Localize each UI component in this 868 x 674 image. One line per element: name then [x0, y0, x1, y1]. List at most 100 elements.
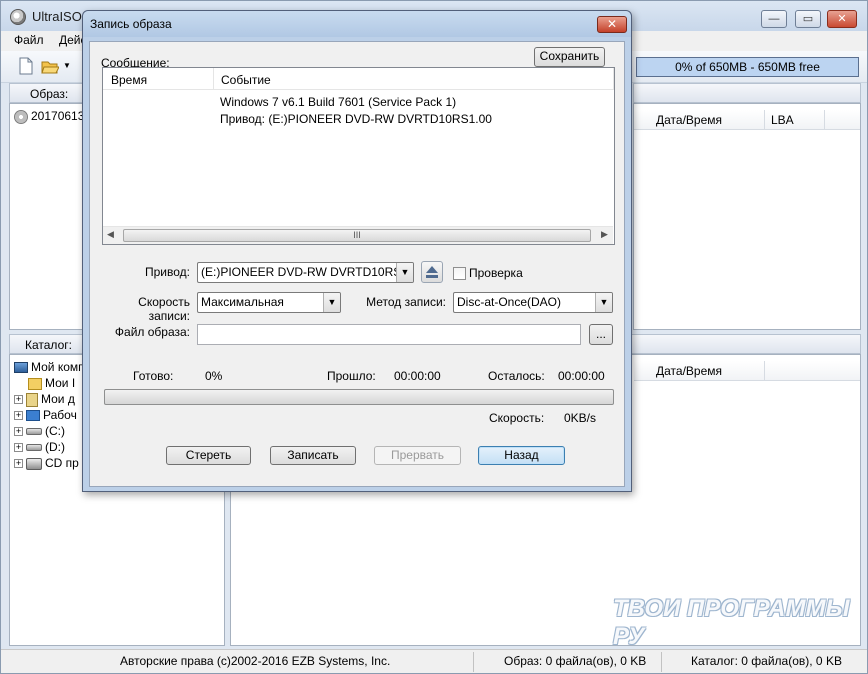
- folder-icon: [28, 377, 42, 390]
- log-row[interactable]: Windows 7 v6.1 Build 7601 (Service Pack …: [220, 95, 456, 109]
- burn-button[interactable]: Записать: [270, 446, 356, 465]
- image-label: Образ:: [30, 87, 69, 101]
- tree-item-cd-drive[interactable]: + CD пр: [14, 455, 85, 471]
- status-copyright: Авторские права (c)2002-2016 EZB Systems…: [120, 654, 391, 668]
- tree-item-my-docs-2[interactable]: + Мои д: [14, 391, 85, 407]
- close-icon: ✕: [837, 13, 847, 25]
- cd-drive-icon: [26, 457, 42, 470]
- tree-item-drive-c[interactable]: + (C:): [14, 423, 85, 439]
- image-root-item[interactable]: 20170613: [14, 108, 84, 124]
- burn-image-dialog: Запись образа ✕ Сообщение: Сохранить Вре…: [82, 10, 632, 492]
- abort-button[interactable]: Прервать: [374, 446, 461, 465]
- chevron-down-icon: ▼: [323, 293, 340, 312]
- main-close-button[interactable]: ✕: [827, 10, 857, 28]
- log-listview[interactable]: Время Событие Windows 7 v6.1 Build 7601 …: [102, 67, 615, 245]
- drive-icon: [26, 444, 42, 452]
- status-image-count: Образ: 0 файла(ов), 0 KB: [504, 654, 647, 668]
- expand-icon[interactable]: +: [14, 443, 23, 453]
- scroll-right-icon[interactable]: ▶: [601, 229, 608, 240]
- catalog-label: Каталог:: [25, 338, 72, 352]
- minimize-icon: —: [768, 13, 780, 25]
- write-speed-select[interactable]: Максимальная ▼: [197, 292, 341, 313]
- verify-label: Проверка: [469, 266, 523, 280]
- log-event-text: Windows 7 v6.1 Build 7601 (Service Pack …: [220, 95, 457, 109]
- tree-item-my-docs-1[interactable]: Мои I: [14, 375, 85, 391]
- tree-item-desktop[interactable]: + Рабоч: [14, 407, 85, 423]
- log-horizontal-scrollbar[interactable]: ◀ III ▶: [103, 226, 613, 244]
- log-column-time[interactable]: Время: [111, 73, 147, 87]
- drive-select[interactable]: (E:)PIONEER DVD-RW DVRTD10RS1.( ▼: [197, 262, 414, 283]
- ready-value: 0%: [205, 369, 223, 383]
- image-files-header-strip: [633, 83, 861, 103]
- elapsed-value: 00:00:00: [394, 369, 441, 383]
- column-separator: [824, 110, 825, 130]
- scrollbar-thumb[interactable]: III: [123, 229, 591, 242]
- open-folder-icon[interactable]: [41, 57, 59, 75]
- speed-rate-label: Скорость:: [489, 411, 545, 425]
- tree-item-label: Рабоч: [43, 408, 77, 422]
- disc-capacity-bar: 0% of 650MB - 650MB free: [636, 57, 859, 77]
- column-date-time[interactable]: Дата/Время: [656, 364, 722, 378]
- desktop-icon: [26, 410, 40, 422]
- tree-item-label: (C:): [45, 424, 65, 438]
- column-date-time[interactable]: Дата/Время: [656, 113, 722, 127]
- restore-icon: ▭: [802, 13, 814, 25]
- image-files-columns: Дата/Время LBA: [634, 110, 860, 130]
- cd-icon: [14, 109, 28, 124]
- remaining-label: Осталось:: [488, 369, 545, 383]
- expand-icon[interactable]: +: [14, 411, 23, 421]
- open-dropdown-arrow-icon[interactable]: ▼: [63, 61, 71, 70]
- log-header: Время Событие: [103, 68, 614, 90]
- image-file-label: Файл образа:: [114, 325, 190, 339]
- burn-progress-bar: [104, 389, 614, 405]
- browse-button[interactable]: ...: [589, 324, 613, 345]
- computer-icon: [14, 362, 28, 374]
- verify-checkbox[interactable]: [453, 267, 466, 280]
- eject-icon: [426, 266, 438, 278]
- image-file-input[interactable]: [197, 324, 581, 345]
- write-method-select[interactable]: Disc-at-Once(DAO) ▼: [453, 292, 613, 313]
- app-cd-icon: [10, 9, 26, 25]
- back-button[interactable]: Назад: [478, 446, 565, 465]
- eject-button[interactable]: [421, 261, 443, 283]
- chevron-down-icon: ▼: [396, 263, 413, 282]
- tree-item-my-computer[interactable]: Мой комп: [14, 359, 85, 375]
- save-log-button[interactable]: Сохранить: [534, 47, 605, 67]
- log-event-text: Привод: (E:)PIONEER DVD-RW DVRTD10RS1.00: [220, 112, 492, 126]
- status-separator: [661, 652, 662, 672]
- tree-item-drive-d[interactable]: + (D:): [14, 439, 85, 455]
- log-column-event[interactable]: Событие: [221, 73, 271, 87]
- menu-file[interactable]: Файл: [14, 33, 44, 47]
- write-method-label: Метод записи:: [366, 295, 446, 309]
- scroll-left-icon[interactable]: ◀: [107, 229, 114, 240]
- new-file-icon[interactable]: [18, 57, 34, 75]
- drive-select-value: (E:)PIONEER DVD-RW DVRTD10RS1.(: [201, 265, 414, 279]
- catalog-tree: Мой комп Мои I + Мои д + Рабоч + (C:) + (D:)…: [14, 359, 85, 471]
- minimize-button[interactable]: —: [761, 10, 787, 28]
- image-root-label: 20170613: [31, 109, 85, 123]
- expand-icon[interactable]: +: [14, 427, 23, 437]
- log-row[interactable]: Привод: (E:)PIONEER DVD-RW DVRTD10RS1.00: [220, 112, 492, 126]
- dialog-close-button[interactable]: ✕: [597, 16, 627, 33]
- dialog-title: Запись образа: [90, 17, 172, 31]
- watermark-text: ТВОИ ПРОГРАММЫ РУ: [613, 595, 850, 650]
- expand-icon[interactable]: +: [14, 459, 23, 469]
- tree-item-label: Мой комп: [31, 360, 85, 374]
- tree-item-label: Мои д: [41, 392, 75, 406]
- chevron-down-icon: ▼: [595, 293, 612, 312]
- tree-item-label: (D:): [45, 440, 65, 454]
- maximize-button[interactable]: ▭: [795, 10, 821, 28]
- write-speed-label: Скорость записи:: [138, 295, 190, 323]
- grip-icon: III: [353, 230, 361, 240]
- catalog-files-columns: Дата/Время: [634, 361, 860, 381]
- column-lba[interactable]: LBA: [771, 113, 794, 127]
- column-separator: [764, 361, 765, 381]
- column-separator: [764, 110, 765, 130]
- image-files-pane[interactable]: Дата/Время LBA: [633, 103, 861, 330]
- expand-icon[interactable]: +: [14, 395, 23, 405]
- drive-icon: [26, 428, 42, 436]
- erase-button[interactable]: Стереть: [166, 446, 251, 465]
- dialog-titlebar[interactable]: Запись образа ✕: [83, 11, 631, 37]
- write-speed-value: Максимальная: [201, 295, 284, 309]
- tree-item-label: Мои I: [45, 376, 76, 390]
